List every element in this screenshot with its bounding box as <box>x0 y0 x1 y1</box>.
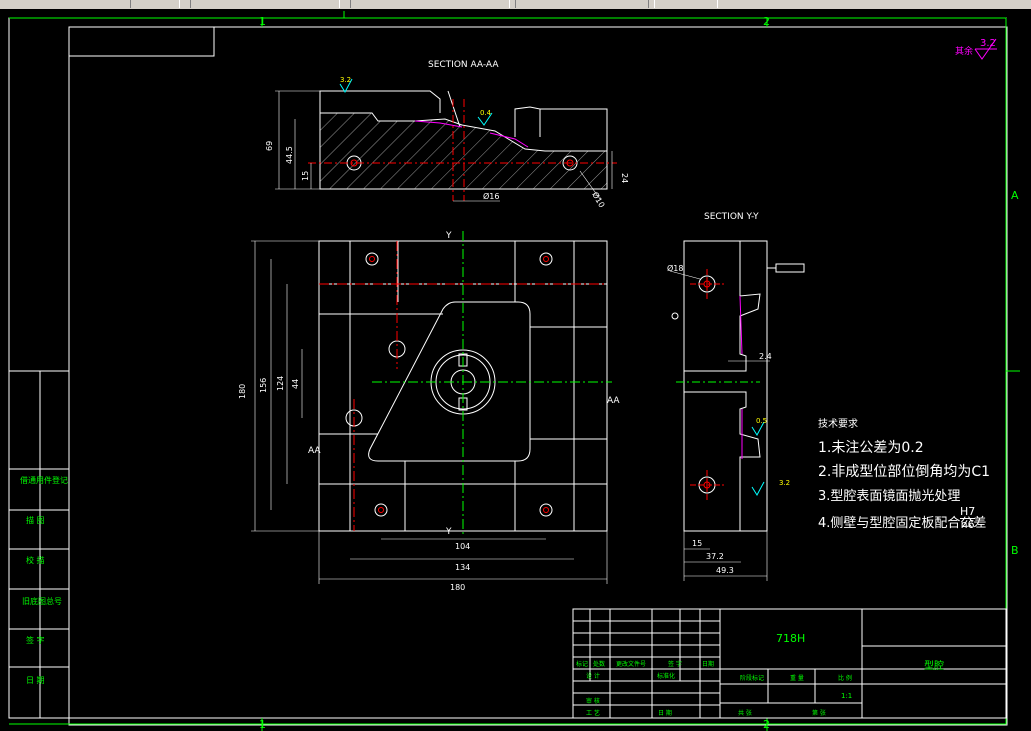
title-block-part-name: 型腔 <box>924 659 944 672</box>
dim-aa-hole: Ø16 <box>483 191 499 201</box>
tb-row-label-3: 更改文件号 <box>616 660 646 668</box>
tb-process: 工 艺 <box>586 709 600 717</box>
left-strip-table <box>8 370 70 719</box>
left-strip-label-1: 借通用件登记 <box>20 475 68 485</box>
roughness-symbol-general: 其余 3.2 <box>955 38 997 60</box>
layer-dropdown[interactable] <box>190 0 340 8</box>
plan-view <box>251 231 612 584</box>
zone-number-top-1: 1 <box>259 15 266 28</box>
dim-plan-v4: 44 <box>291 379 300 389</box>
dim-plan-v2: 156 <box>259 378 268 393</box>
roughness-yy-1: 0.5 <box>756 417 767 425</box>
toolbar-icon-button[interactable] <box>130 0 180 8</box>
dim-yy-493: 49.3 <box>716 566 734 575</box>
app-toolbar-strip <box>0 0 1031 9</box>
roughness-aa-2: 0.4 <box>480 109 492 117</box>
tb-date: 日 期 <box>658 709 672 717</box>
tech-notes-title: 技术要求 <box>818 419 858 430</box>
tech-note-1: 1.未注公差为0.2 <box>818 440 924 456</box>
dim-aa-h3: 15 <box>301 171 310 181</box>
lineweight-dropdown[interactable] <box>515 0 655 8</box>
color-dropdown[interactable] <box>648 0 718 8</box>
cut-label-aa-right: AA <box>607 396 620 406</box>
zone-letter-a: A <box>1011 189 1019 202</box>
dim-yy-15: 15 <box>692 539 702 548</box>
title-block-material: 718H <box>776 632 805 645</box>
zone-number-top-2: 2 <box>763 15 770 28</box>
linetype-dropdown[interactable] <box>350 0 510 8</box>
tb-scale-value: 1:1 <box>841 692 852 700</box>
tb-row-label-2: 处数 <box>593 660 605 668</box>
dim-plan-h1: 104 <box>455 542 470 551</box>
section-yy-view <box>669 240 805 581</box>
tb-row-label-1: 标记 <box>576 660 588 668</box>
dim-plan-h3: 180 <box>450 583 465 592</box>
tb-stage: 阶段标记 <box>740 674 764 682</box>
tb-weight: 重 量 <box>790 674 804 682</box>
cut-label-y-bottom: Y <box>445 527 452 537</box>
dim-plan-v3: 124 <box>276 376 285 391</box>
tech-note-3: 3.型腔表面镜面抛光处理 <box>818 489 961 504</box>
tb-standard: 标准化 <box>657 672 675 680</box>
section-yy-title: SECTION Y-Y <box>704 212 759 222</box>
zone-number-bottom-1: 1 <box>259 718 266 731</box>
dim-aa-height: 69 <box>265 141 274 151</box>
tb-row-label-4: 签 字 <box>668 660 682 668</box>
tb-sheet: 共 张 <box>738 709 752 717</box>
tech-note-2: 2.非成型位部位倒角均为C1 <box>818 464 991 480</box>
left-strip-label-4: 旧底图总号 <box>22 596 62 606</box>
fit-tolerance: H7 n6 <box>960 506 976 531</box>
dim-yy-24: 2.4 <box>759 352 772 361</box>
svg-text:其余: 其余 <box>955 45 973 57</box>
svg-text:3.2: 3.2 <box>980 38 996 49</box>
dim-aa-h4: 24 <box>620 173 629 183</box>
dim-yy-372: 37.2 <box>706 552 724 561</box>
roughness-aa-1: 3.2 <box>340 76 351 84</box>
section-aa-title: SECTION AA-AA <box>428 60 499 70</box>
left-strip-label-2: 描 图 <box>26 515 45 525</box>
dim-aa-dia10: Ø10 <box>590 190 607 209</box>
zone-number-bottom-2: 2 <box>763 718 770 731</box>
dim-plan-h2: 134 <box>455 563 470 572</box>
cad-drawing-canvas[interactable]: 1 2 1 2 A B 其余 3.2 SECTION AA-AA 69 44.5… <box>0 9 1031 731</box>
left-strip-label-6: 日 期 <box>26 676 45 685</box>
cut-label-y-top: Y <box>445 231 452 241</box>
left-strip-label-5: 签 字 <box>26 635 45 645</box>
tb-sheet2: 第 张 <box>812 709 826 717</box>
dim-aa-h2: 44.5 <box>285 146 294 164</box>
fit-tolerance-bottom: n6 <box>960 518 975 531</box>
section-aa-view <box>275 78 617 202</box>
tb-design: 设 计 <box>586 672 600 680</box>
dim-yy-dia: Ø18 <box>667 263 683 273</box>
zone-letter-b: B <box>1011 544 1019 557</box>
tb-row-label-5: 日期 <box>702 660 714 668</box>
tb-scale: 比 例 <box>838 674 852 682</box>
cut-label-aa-left: AA <box>308 446 321 456</box>
dim-plan-v1: 180 <box>238 384 247 399</box>
left-strip-label-3: 校 描 <box>26 555 45 565</box>
roughness-yy-2: 3.2 <box>779 479 790 487</box>
tb-check: 审 核 <box>586 697 600 705</box>
